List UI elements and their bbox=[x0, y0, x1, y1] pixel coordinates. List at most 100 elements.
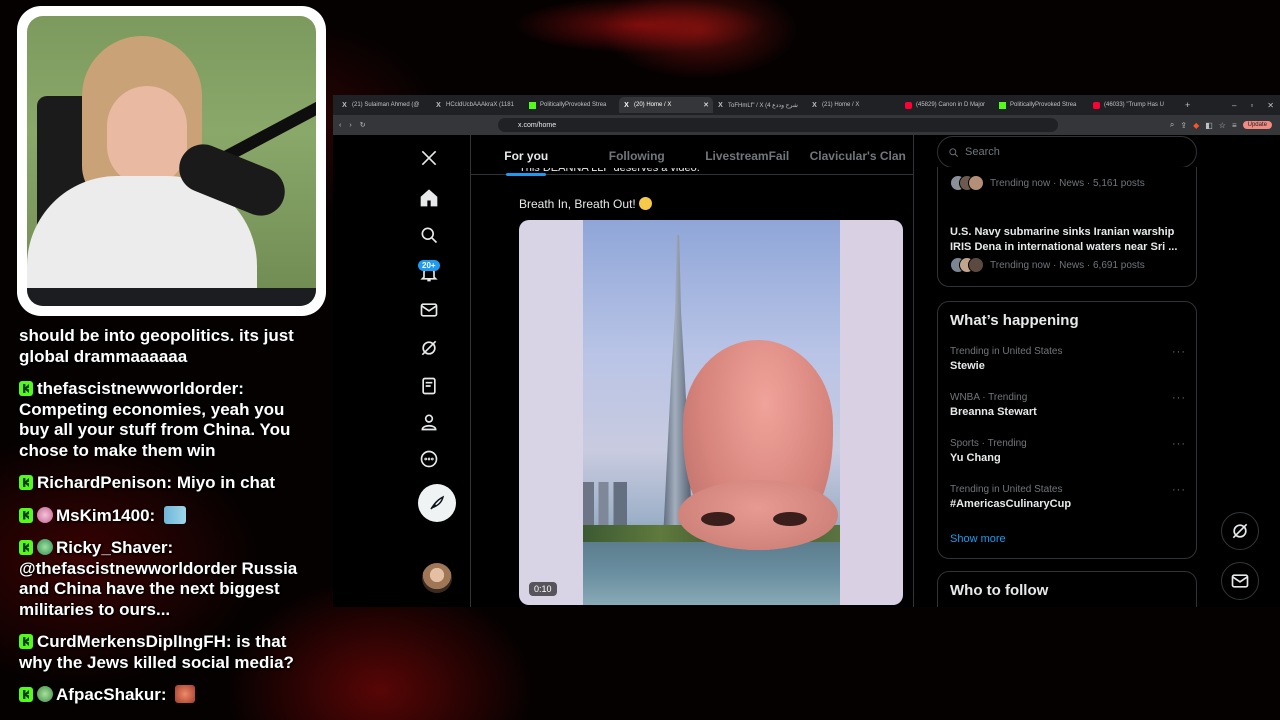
zoom-icon[interactable]: ⌕ bbox=[1170, 120, 1174, 130]
tab-label: PoliticallyProvoked Strea bbox=[1010, 102, 1077, 108]
tab-clavicular-clan[interactable]: Clavicular's Clan bbox=[803, 147, 914, 163]
browser-tab[interactable]: X (21) Sulaiman Ahmed (@ bbox=[337, 97, 431, 113]
chat-message: RichardPenison: Miyo in chat bbox=[19, 473, 319, 494]
trend-name: #AmericasCulinaryCup bbox=[950, 498, 1072, 510]
nostril bbox=[701, 512, 735, 526]
chat-text: should be into geopolitics. its just glo… bbox=[19, 326, 294, 366]
close-icon[interactable]: ✕ bbox=[703, 101, 709, 109]
timeline: For you Following LivestreamFail Clavicu… bbox=[470, 135, 914, 607]
more-options-icon[interactable]: ··· bbox=[1172, 484, 1186, 496]
kick-badge-icon bbox=[19, 381, 33, 396]
chat-message: Ricky_Shaver: @thefascistnewworldorder R… bbox=[19, 538, 319, 620]
compose-post-button[interactable] bbox=[418, 484, 456, 522]
menu-icon[interactable]: ≡ bbox=[1232, 121, 1237, 130]
tab-label: (45829) Canon in D Major bbox=[916, 102, 986, 108]
window-controls: – ▫ ✕ bbox=[1232, 101, 1280, 110]
news-title[interactable]: U.S. Navy submarine sinks Iranian warshi… bbox=[950, 225, 1190, 254]
notification-badge: 20+ bbox=[418, 260, 440, 271]
show-more-link[interactable]: Show more bbox=[950, 533, 1006, 545]
search-icon bbox=[949, 147, 958, 157]
chat-username: CurdMerkensDiplIngFH: bbox=[37, 632, 232, 651]
reload-icon[interactable]: ↻ bbox=[360, 121, 366, 129]
more-options-icon[interactable]: ··· bbox=[1172, 346, 1186, 358]
browser-tab-active[interactable]: X (20) Home / X ✕ bbox=[619, 97, 713, 113]
new-tab-icon[interactable]: + bbox=[1185, 100, 1190, 110]
trend-item[interactable]: Trending in United States #AmericasCulin… bbox=[950, 484, 1186, 510]
mail-icon[interactable] bbox=[418, 299, 440, 321]
trend-item[interactable]: WNBA · Trending Breanna Stewart ··· bbox=[950, 392, 1186, 418]
video-frame bbox=[583, 220, 840, 605]
kick-icon bbox=[529, 101, 536, 109]
browser-tab[interactable]: (46033) "Trump Has U bbox=[1089, 97, 1183, 113]
whats-happening-card: What’s happening Trending in United Stat… bbox=[937, 301, 1197, 559]
search-input[interactable]: Search bbox=[937, 136, 1197, 168]
mail-icon bbox=[1231, 574, 1249, 588]
forward-icon[interactable]: › bbox=[349, 122, 351, 129]
chat-text: Competing economies, yeah you buy all yo… bbox=[19, 399, 291, 460]
stream-chat: should be into geopolitics. its just glo… bbox=[19, 326, 319, 718]
whats-happening-heading: What’s happening bbox=[950, 312, 1079, 329]
trend-name: Yu Chang bbox=[950, 452, 1001, 464]
brave-shield-icon[interactable]: ◆ bbox=[1193, 121, 1199, 130]
floating-buttons bbox=[1221, 512, 1259, 612]
more-icon[interactable] bbox=[418, 448, 440, 470]
browser-tab[interactable]: X (21) Home / X bbox=[807, 97, 901, 113]
x-logo-icon[interactable] bbox=[418, 147, 440, 169]
avatar[interactable] bbox=[422, 563, 452, 593]
kick-badge-icon bbox=[19, 507, 33, 523]
post-video[interactable]: 0:10 bbox=[519, 220, 903, 605]
kick-badge-icon bbox=[19, 687, 33, 702]
left-nav: 20+ bbox=[408, 135, 468, 607]
window-close-icon[interactable]: ✕ bbox=[1267, 101, 1274, 110]
subscriber-badge-icon bbox=[37, 686, 53, 702]
extensions-icon[interactable]: ◧ bbox=[1205, 121, 1213, 130]
trending-meta: Trending now · News · 5,161 posts bbox=[990, 177, 1145, 189]
chat-message: thefascistnewworldorder: Competing econo… bbox=[19, 379, 319, 461]
trending-now-row: Trending now · News · 5,161 posts bbox=[950, 175, 1145, 191]
share-icon[interactable]: ⇪ bbox=[1180, 121, 1187, 130]
browser-tab[interactable]: PoliticallyProvoked Strea bbox=[525, 97, 619, 113]
bookmark-icon[interactable]: ☆ bbox=[1219, 121, 1226, 130]
trending-now-row: Trending now · News · 6,691 posts bbox=[950, 257, 1145, 273]
more-options-icon[interactable]: ··· bbox=[1172, 392, 1186, 404]
trend-meta: Trending in United States bbox=[950, 484, 1063, 495]
back-icon[interactable]: ‹ bbox=[339, 122, 341, 129]
monitor-edge bbox=[27, 288, 316, 306]
grok-icon bbox=[1232, 523, 1248, 539]
messages-button[interactable] bbox=[1221, 562, 1259, 600]
tab-following[interactable]: Following bbox=[582, 147, 693, 163]
trend-item[interactable]: Sports · Trending Yu Chang ··· bbox=[950, 438, 1186, 464]
who-to-follow-heading: Who to follow bbox=[950, 582, 1049, 599]
trend-item[interactable]: Trending in United States Stewie ··· bbox=[950, 346, 1186, 372]
grok-button[interactable] bbox=[1221, 512, 1259, 550]
maximize-icon[interactable]: ▫ bbox=[1250, 101, 1253, 110]
kick-icon bbox=[999, 101, 1006, 109]
home-icon[interactable] bbox=[418, 187, 440, 209]
kick-badge-icon bbox=[19, 540, 33, 555]
minimize-icon[interactable]: – bbox=[1232, 101, 1236, 110]
trend-meta: Trending in United States bbox=[950, 346, 1063, 357]
update-button[interactable]: Update bbox=[1242, 121, 1272, 129]
browser-tab[interactable]: (45829) Canon in D Major bbox=[901, 97, 995, 113]
chat-message: CurdMerkensDiplIngFH: is that why the Je… bbox=[19, 632, 319, 673]
more-options-icon[interactable]: ··· bbox=[1172, 438, 1186, 450]
profile-icon[interactable] bbox=[418, 411, 440, 433]
tab-for-you[interactable]: For you bbox=[471, 147, 582, 163]
x-icon: X bbox=[436, 101, 441, 109]
youtube-icon bbox=[905, 101, 912, 109]
tab-label: PoliticallyProvoked Strea bbox=[540, 102, 607, 108]
browser-tab[interactable]: X HCcldUcbAAAkraX (1181 bbox=[431, 97, 525, 113]
subscriber-badge-icon bbox=[37, 506, 53, 523]
search-icon[interactable] bbox=[418, 224, 440, 246]
grok-icon[interactable] bbox=[418, 337, 440, 359]
tab-strip: X (21) Sulaiman Ahmed (@ X HCcldUcbAAAkraX… bbox=[333, 95, 1280, 115]
lists-icon[interactable] bbox=[418, 375, 440, 397]
browser-tab[interactable]: PoliticallyProvoked Strea bbox=[995, 97, 1089, 113]
news-card[interactable]: Trending now · News · 5,161 posts U.S. N… bbox=[937, 167, 1197, 287]
tab-livestreamfail[interactable]: LivestreamFail bbox=[692, 147, 803, 163]
chat-username: thefascistnewworldorder: bbox=[37, 379, 244, 398]
browser-tab[interactable]: X ToFHmLf" / X (4 شرح وددع bbox=[713, 97, 807, 113]
chat-message: AfpacShakur: bbox=[19, 685, 319, 706]
x-icon: X bbox=[342, 101, 347, 109]
address-bar[interactable]: x.com/home bbox=[498, 118, 1058, 132]
